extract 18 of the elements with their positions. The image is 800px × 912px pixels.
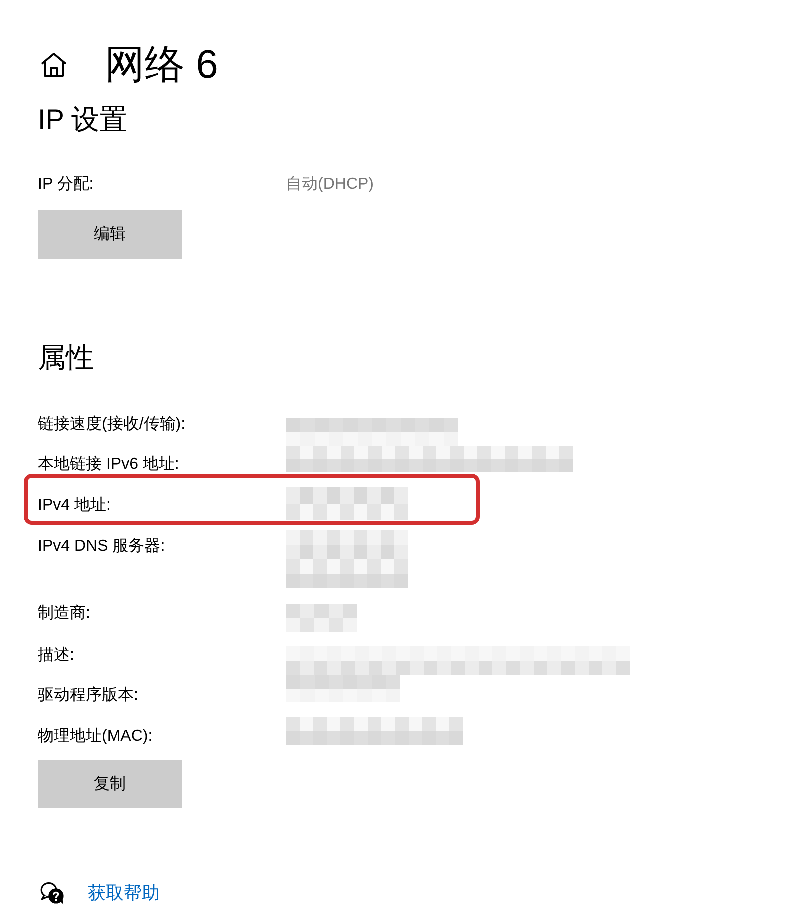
section-heading: IP 设置 bbox=[38, 103, 128, 137]
edit-button[interactable]: 编辑 bbox=[38, 210, 182, 259]
property-label: 本地链接 IPv6 地址: bbox=[38, 455, 180, 475]
property-label: IPv4 地址: bbox=[38, 496, 112, 516]
property-label: 制造商: bbox=[38, 604, 92, 624]
field-value: 自动(DHCP) bbox=[286, 175, 374, 195]
property-label: 驱动程序版本: bbox=[38, 686, 140, 706]
field-label: IP 分配: bbox=[38, 175, 95, 195]
help-chat-icon bbox=[40, 882, 65, 904]
copy-button[interactable]: 复制 bbox=[38, 760, 182, 808]
page-title: 网络 6 bbox=[105, 42, 218, 88]
property-label: 描述: bbox=[38, 646, 76, 666]
property-label: 物理地址(MAC): bbox=[38, 727, 154, 747]
property-label: IPv4 DNS 服务器: bbox=[38, 537, 166, 557]
help-link[interactable]: 获取帮助 bbox=[88, 881, 160, 905]
property-label: 链接速度(接收/传输): bbox=[38, 415, 187, 435]
home-icon[interactable] bbox=[40, 52, 68, 78]
section-heading: 属性 bbox=[38, 341, 94, 375]
